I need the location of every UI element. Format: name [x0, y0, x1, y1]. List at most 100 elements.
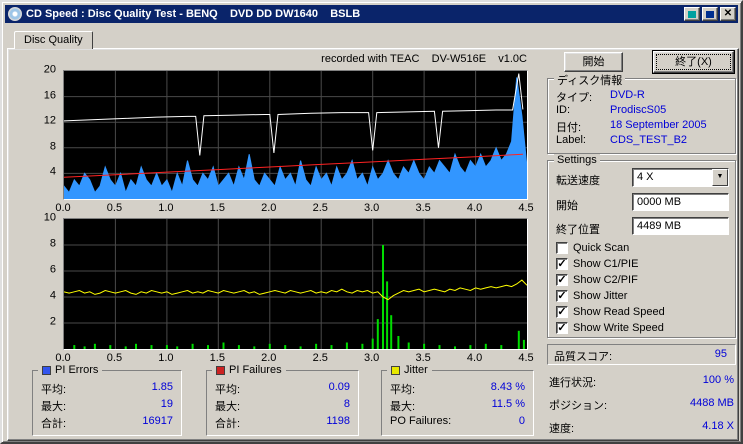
- stat-legend-label: PI Errors: [55, 364, 99, 376]
- speed-select-value: 4 X: [637, 171, 654, 183]
- checkbox-label: Show C2/PIF: [573, 273, 638, 286]
- stat-value: 11.5 %: [491, 398, 525, 410]
- disc-date-value: 18 September 2005: [610, 119, 707, 131]
- y-tick-label: 4: [49, 165, 56, 178]
- checkbox-show-c2-pif[interactable]: ✓ Show C2/PIF: [556, 273, 638, 286]
- speed-label: 転送速度: [556, 175, 600, 187]
- stat-label: 合計:: [215, 418, 241, 430]
- title-bar[interactable]: CD Speed : Disc Quality Test - BENQ DVD …: [5, 5, 738, 23]
- checkbox-box[interactable]: ✓: [556, 257, 568, 270]
- y-tick-label: 8: [49, 237, 56, 250]
- stat-row: 平均: 1.85: [33, 381, 181, 398]
- recorded-with-text: recorded with TEAC DV-W516E v1.0C: [321, 53, 527, 65]
- progress-row: 進行状況: 100 %: [549, 374, 734, 390]
- quality-score-value: 95: [714, 348, 727, 360]
- x-tick-label: 3.5: [415, 202, 431, 214]
- x-tick-label: 4.5: [518, 202, 534, 214]
- pi-errors-legend-icon: [42, 365, 51, 375]
- checkbox-quick-scan[interactable]: Quick Scan: [556, 241, 629, 254]
- stat-label: 最大:: [41, 401, 67, 413]
- end-position-input[interactable]: 4489 MB: [632, 217, 729, 235]
- checkbox-show-c1-pie[interactable]: ✓ Show C1/PIE: [556, 257, 638, 270]
- stat-box-pi-errors: PI Errors 平均: 1.85 最大: 19 合計: 16917: [32, 364, 182, 436]
- stat-legend: PI Errors: [38, 364, 103, 376]
- quality-score-box: 品質スコア: 95: [547, 344, 736, 365]
- checkbox-box[interactable]: ✓: [556, 305, 568, 318]
- checkbox-box[interactable]: [556, 241, 568, 254]
- x-tick-label: 2.5: [312, 352, 328, 364]
- progress-value: 100 %: [702, 374, 734, 386]
- x-tick-label: 0.0: [55, 202, 71, 214]
- maximize-button[interactable]: [702, 7, 718, 21]
- x-tick-label: 0.5: [106, 352, 123, 364]
- disc-label-label: Label:: [556, 134, 586, 146]
- y-tick-label: 10: [43, 211, 56, 224]
- stat-box-jitter: Jitter 平均: 8.43 % 最大: 11.5 % PO Failures: 0: [381, 364, 534, 436]
- stat-row: PO Failures: 0: [382, 415, 533, 432]
- stat-label: 最大:: [390, 401, 416, 413]
- stat-row: 最大: 19: [33, 398, 181, 415]
- checkmark-icon: ✓: [557, 289, 567, 302]
- exit-button[interactable]: 終了(X): [653, 51, 734, 73]
- pi-errors-plot: [63, 70, 528, 200]
- settings-group: Settings 転送速度 4 X ▼ 開始 0000 MB 終了位置 4489…: [547, 154, 736, 338]
- stat-row: 最大: 8: [207, 398, 358, 415]
- jitter-plot: [63, 218, 528, 350]
- start-position-input[interactable]: 0000 MB: [632, 193, 729, 211]
- checkbox-box[interactable]: ✓: [556, 289, 568, 302]
- stat-value: 0: [518, 415, 525, 427]
- quality-score-label: 品質スコア:: [554, 351, 613, 363]
- checkbox-show-jitter[interactable]: ✓ Show Jitter: [556, 289, 627, 302]
- checkbox-show-write-speed[interactable]: ✓ Show Write Speed: [556, 321, 664, 334]
- x-tick-label: 0.5: [106, 202, 123, 214]
- checkbox-box[interactable]: ✓: [556, 273, 568, 286]
- chevron-down-icon: ▼: [716, 173, 724, 180]
- x-tick-label: 3.5: [415, 352, 431, 364]
- x-tick-label: 2.0: [261, 202, 277, 214]
- app-icon: [8, 7, 22, 21]
- minimize-button[interactable]: [684, 7, 700, 21]
- speed-value: 4.18 X: [702, 420, 734, 432]
- disc-label-value: CDS_TEST_B2: [610, 134, 688, 146]
- pi-failures-legend-icon: [216, 365, 225, 375]
- stat-legend-label: PI Failures: [229, 364, 282, 376]
- checkbox-label: Show Write Speed: [573, 321, 664, 334]
- disc-info-group: ディスク情報 タイプ: DVD-R ID: ProdiscS05 日付: 18 …: [547, 72, 736, 154]
- checkbox-label: Show Jitter: [573, 289, 628, 302]
- y-tick-label: 8: [49, 140, 56, 153]
- disc-type-value: DVD-R: [610, 89, 645, 101]
- stat-label: 平均:: [390, 384, 416, 396]
- x-tick-label: 4.0: [466, 202, 483, 214]
- checkbox-label: Quick Scan: [573, 241, 630, 254]
- checkmark-icon: ✓: [557, 321, 567, 334]
- close-button[interactable]: ✕: [720, 7, 736, 21]
- stat-label: 平均:: [215, 384, 241, 396]
- checkbox-show-read-speed[interactable]: ✓ Show Read Speed: [556, 305, 665, 318]
- stat-row: 合計: 16917: [33, 415, 181, 432]
- y-tick-label: 12: [43, 114, 56, 127]
- start-button[interactable]: 開始: [564, 52, 623, 72]
- disc-id-value: ProdiscS05: [610, 104, 667, 116]
- stat-row: 平均: 8.43 %: [382, 381, 533, 398]
- disc-info-group-title: ディスク情報: [554, 72, 626, 88]
- tab-disc-quality[interactable]: Disc Quality: [14, 31, 93, 49]
- x-tick-label: 3.0: [364, 352, 380, 364]
- stat-legend: Jitter: [387, 364, 432, 376]
- stat-row: 合計: 1198: [207, 415, 358, 432]
- progress-label: 進行状況:: [549, 377, 597, 389]
- x-tick-label: 3.0: [364, 202, 380, 214]
- stat-label: 平均:: [41, 384, 67, 396]
- checkbox-box[interactable]: ✓: [556, 321, 568, 334]
- minimize-icon: [688, 10, 696, 18]
- y-tick-label: 2: [49, 315, 56, 328]
- speed-select[interactable]: 4 X ▼: [632, 168, 729, 187]
- position-row: ポジション: 4488 MB: [549, 397, 734, 413]
- speed-select-dropdown-button[interactable]: ▼: [712, 169, 728, 186]
- close-icon: ✕: [723, 8, 733, 19]
- checkbox-label: Show C1/PIE: [573, 257, 639, 270]
- disc-date-label: 日付:: [556, 122, 582, 134]
- stat-box-pi-failures: PI Failures 平均: 0.09 最大: 8 合計: 1198: [206, 364, 359, 436]
- end-position-label: 終了位置: [556, 224, 600, 236]
- speed-row: 速度: 4.18 X: [549, 420, 734, 436]
- y-tick-label: 16: [43, 88, 56, 101]
